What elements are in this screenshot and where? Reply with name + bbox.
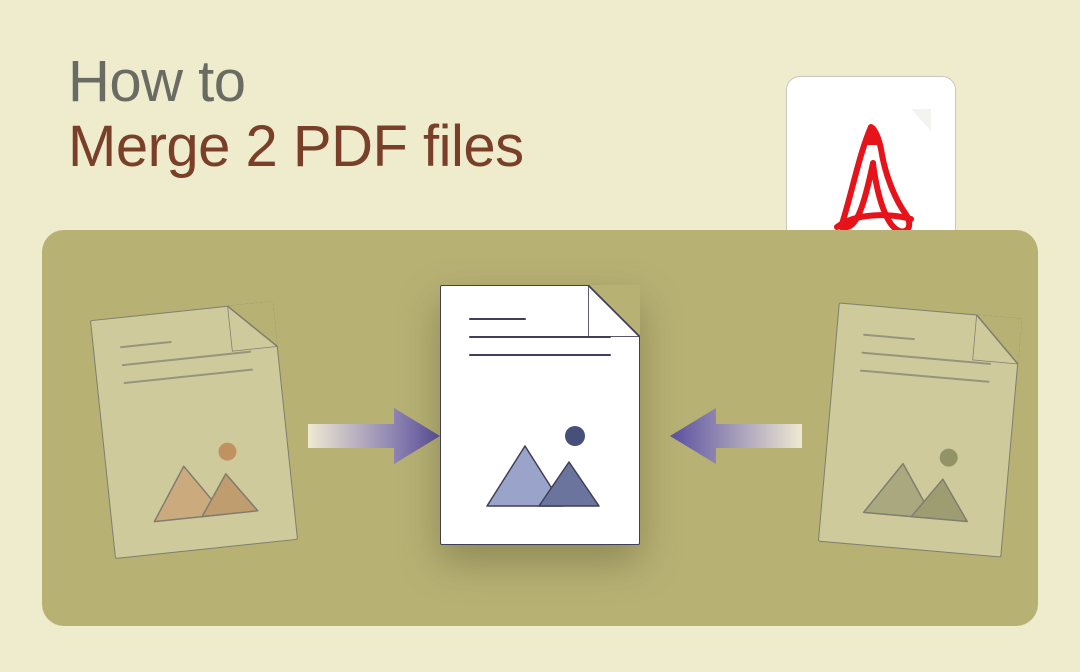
text-lines-icon	[858, 334, 992, 399]
page-title: How to Merge 2 PDF files	[68, 50, 524, 180]
mountains-image-icon	[126, 430, 275, 534]
arrow-left-icon	[670, 400, 802, 472]
source-document-left	[90, 301, 298, 559]
mountains-image-icon	[843, 431, 990, 533]
title-line-2: Merge 2 PDF files	[68, 115, 524, 180]
text-lines-icon	[120, 333, 255, 400]
mountains-image-icon	[467, 418, 615, 518]
source-document-right	[818, 302, 1022, 557]
text-lines-icon	[469, 318, 611, 372]
illustration-stage	[42, 230, 1038, 626]
merged-document	[440, 285, 640, 545]
arrow-right-icon	[308, 400, 440, 472]
title-line-1: How to	[68, 50, 524, 115]
